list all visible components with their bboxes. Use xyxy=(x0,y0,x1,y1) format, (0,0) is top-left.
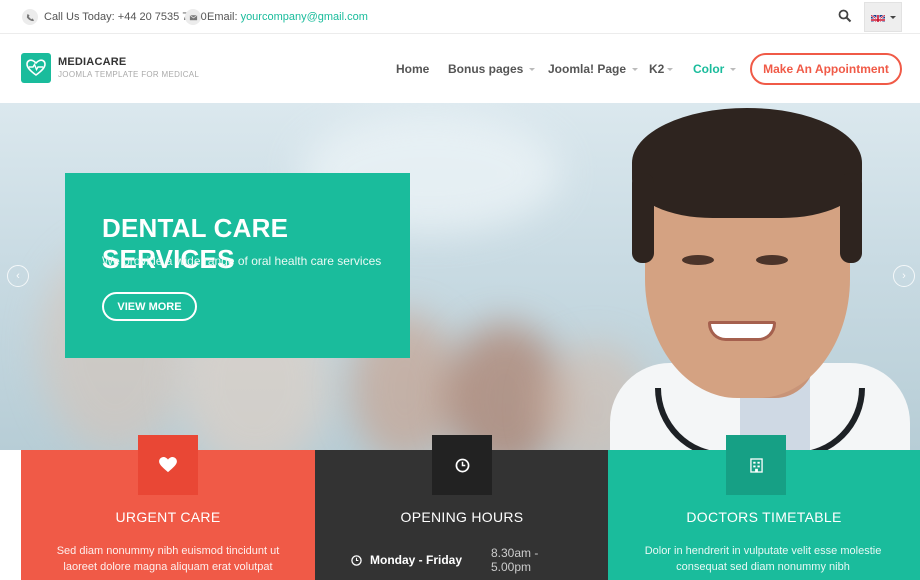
card-title: DOCTORS TIMETABLE xyxy=(686,509,842,525)
nav-color[interactable]: Color xyxy=(693,62,737,76)
make-appointment-button[interactable]: Make An Appointment xyxy=(750,53,902,85)
nav-joomla-page[interactable]: Joomla! Page xyxy=(548,62,639,76)
search-icon[interactable] xyxy=(838,9,852,23)
card-title: URGENT CARE xyxy=(115,509,221,525)
nav-home[interactable]: Home xyxy=(396,62,429,76)
nav-k2[interactable]: K2 xyxy=(649,62,674,76)
hours-row: Monday - Friday 8.30am - 5.00pm xyxy=(351,546,581,574)
envelope-icon xyxy=(185,9,201,25)
brand-tagline: JOOMLA TEMPLATE FOR MEDICAL xyxy=(58,70,200,79)
phone-info: Call Us Today: +44 20 7535 7500 xyxy=(22,9,207,25)
chevron-down-icon xyxy=(889,15,896,19)
hours-day: Monday - Friday xyxy=(370,553,463,567)
chevron-down-icon xyxy=(730,67,737,71)
phone-icon xyxy=(22,9,38,25)
nav-k2-label: K2 xyxy=(649,62,665,76)
nav-bonus-pages[interactable]: Bonus pages xyxy=(448,62,536,76)
top-bar: Call Us Today: +44 20 7535 7500 Email: y… xyxy=(0,0,920,34)
nav-home-label: Home xyxy=(396,62,430,76)
next-slide-arrow[interactable]: › xyxy=(893,265,915,287)
hero-subtitle: We provide a wide range of oral health c… xyxy=(102,254,382,268)
email-info: Email: yourcompany@gmail.com xyxy=(185,9,368,25)
doctor-image xyxy=(600,103,920,450)
doctors-timetable-card: DOCTORS TIMETABLE Dolor in hendrerit in … xyxy=(608,435,920,580)
nav-color-label: Color xyxy=(693,62,725,76)
chevron-down-icon xyxy=(529,67,536,71)
hours-time: 8.30am - 5.00pm xyxy=(491,546,539,574)
brand-name[interactable]: MEDIACARE xyxy=(58,56,126,68)
clock-icon xyxy=(351,554,362,566)
chevron-down-icon xyxy=(667,67,674,71)
hero-caption-panel: DENTAL CARE SERVICES We provide a wide r… xyxy=(65,173,410,358)
site-header: MEDIACARE JOOMLA TEMPLATE FOR MEDICAL Ho… xyxy=(0,35,920,103)
heart-icon xyxy=(138,435,198,495)
card-text: Dolor in hendrerit in vulputate velit es… xyxy=(644,545,882,573)
uk-flag-icon xyxy=(870,12,885,22)
hero-slider: ‹ › DENTAL CARE SERVICES We provide a wi… xyxy=(0,103,920,450)
card-text: Sed diam nonummy nibh euismod tincidunt … xyxy=(56,545,280,573)
clock-icon xyxy=(432,435,492,495)
phone-text: Call Us Today: +44 20 7535 7500 xyxy=(44,11,207,23)
view-more-button[interactable]: VIEW MORE xyxy=(102,292,197,321)
language-selector[interactable] xyxy=(864,2,902,32)
opening-hours-card: OPENING HOURS Monday - Friday 8.30am - 5… xyxy=(315,435,609,580)
urgent-care-card: URGENT CARE Sed diam nonummy nibh euismo… xyxy=(21,435,315,580)
logo-icon[interactable] xyxy=(21,53,51,83)
email-link[interactable]: yourcompany@gmail.com xyxy=(241,11,368,23)
timetable-icon xyxy=(726,435,786,495)
email-label: Email: xyxy=(207,11,238,23)
prev-slide-arrow[interactable]: ‹ xyxy=(7,265,29,287)
chevron-down-icon xyxy=(632,67,639,71)
nav-joomla-page-label: Joomla! Page xyxy=(548,62,627,76)
nav-bonus-pages-label: Bonus pages xyxy=(448,62,524,76)
card-title: OPENING HOURS xyxy=(400,509,524,525)
